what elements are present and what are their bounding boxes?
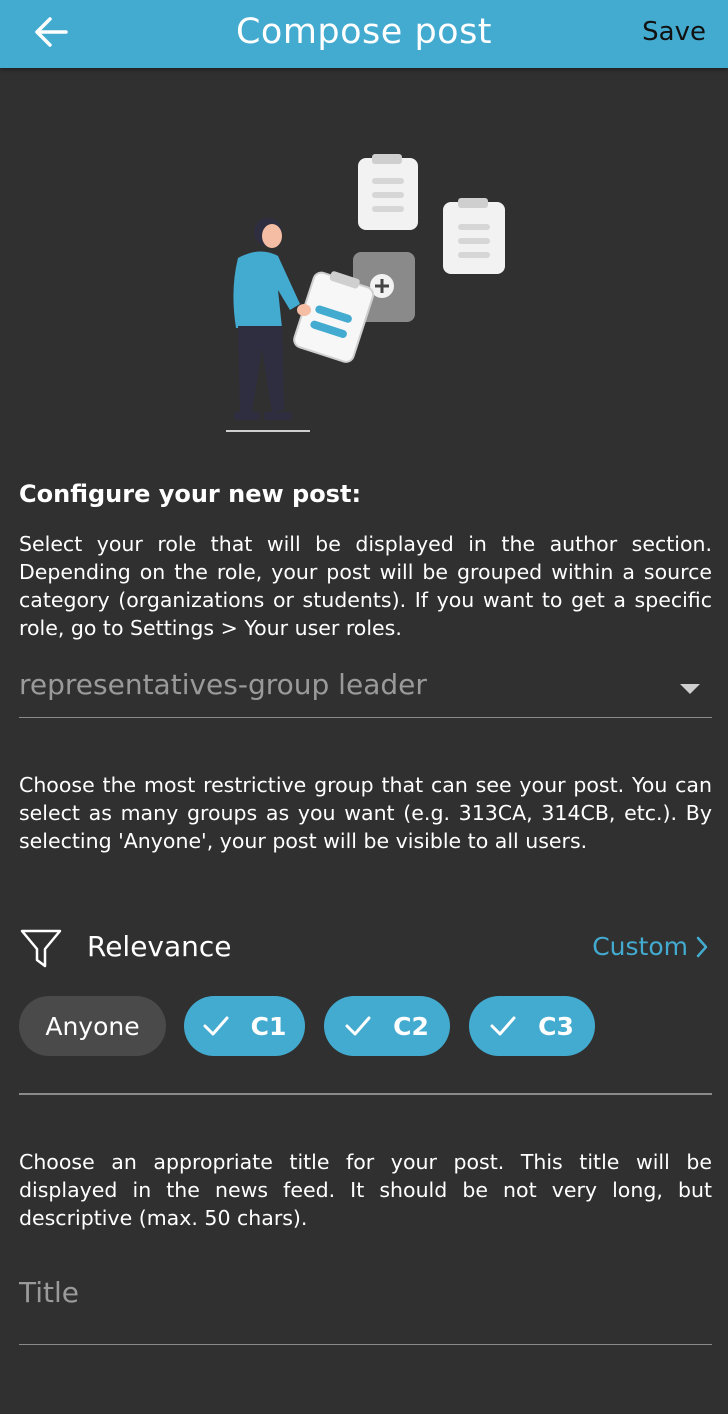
back-button[interactable] bbox=[28, 12, 72, 52]
chip-label: C2 bbox=[393, 1011, 429, 1041]
section-heading: Configure your new post: bbox=[19, 480, 362, 508]
divider bbox=[19, 1093, 712, 1095]
chip-c1[interactable]: C1 bbox=[184, 996, 305, 1056]
chip-label: C1 bbox=[250, 1011, 287, 1041]
caret-down-icon bbox=[680, 684, 700, 694]
arrow-left-icon bbox=[35, 17, 68, 47]
chip-anyone[interactable]: Anyone bbox=[19, 996, 166, 1056]
chip-c2[interactable]: C2 bbox=[324, 996, 450, 1056]
compose-illustration bbox=[226, 154, 505, 432]
check-icon bbox=[203, 1016, 229, 1036]
chevron-right-icon bbox=[696, 936, 708, 957]
custom-label: Custom bbox=[592, 932, 688, 961]
title-description: Choose an appropriate title for your pos… bbox=[19, 1150, 712, 1230]
relevance-label: Relevance bbox=[87, 930, 232, 963]
check-icon bbox=[345, 1016, 371, 1036]
relevance-row: Relevance Custom bbox=[19, 924, 712, 974]
role-description: Select your role that will be displayed … bbox=[19, 532, 712, 640]
role-dropdown[interactable]: representatives-group leader bbox=[19, 662, 712, 718]
chip-label: C3 bbox=[538, 1011, 574, 1041]
filter-icon bbox=[20, 929, 62, 968]
chip-label: Anyone bbox=[45, 1011, 140, 1041]
page-title: Compose post bbox=[235, 12, 493, 52]
title-input[interactable] bbox=[19, 1262, 712, 1322]
save-button[interactable]: Save bbox=[642, 14, 706, 50]
role-dropdown-value: representatives-group leader bbox=[19, 668, 427, 701]
title-field bbox=[19, 1262, 712, 1345]
app-bar: Compose post Save bbox=[0, 0, 728, 68]
check-icon bbox=[490, 1016, 516, 1036]
custom-relevance-link[interactable]: Custom bbox=[592, 932, 708, 961]
visibility-description: Choose the most restrictive group that c… bbox=[19, 773, 712, 853]
chip-c3[interactable]: C3 bbox=[469, 996, 595, 1056]
